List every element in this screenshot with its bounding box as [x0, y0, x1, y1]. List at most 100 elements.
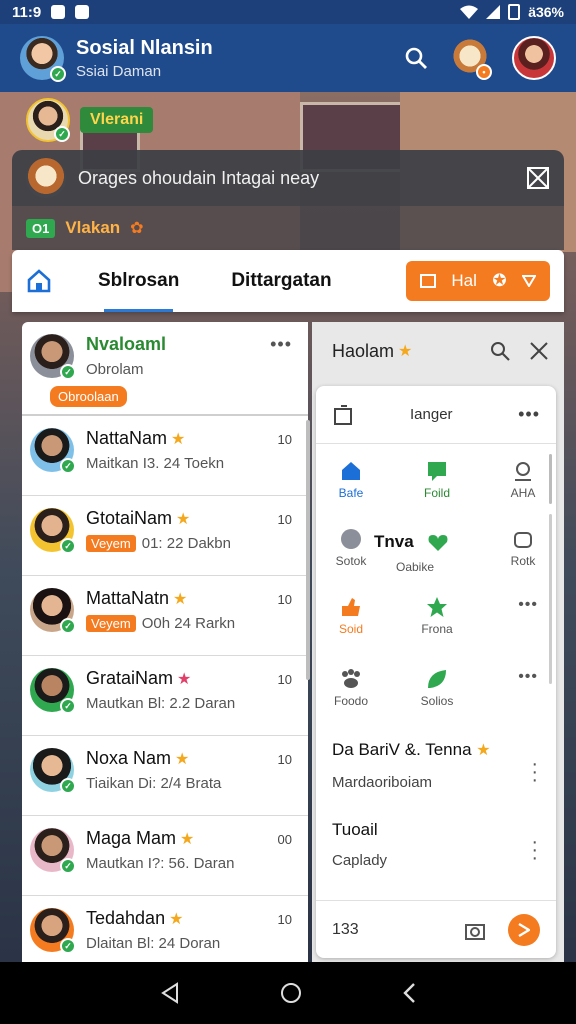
close-icon[interactable] — [526, 166, 550, 190]
chat-icon — [428, 462, 446, 481]
star-icon — [427, 597, 447, 617]
card-scrollbar[interactable] — [549, 454, 552, 504]
card-footer: 133 — [316, 900, 556, 958]
contact-time: 10 — [277, 912, 292, 927]
leaf-icon — [428, 670, 446, 688]
vertical-more-icon[interactable]: · · · — [531, 832, 538, 868]
menu-item-aha[interactable]: AHA — [488, 460, 556, 500]
box-icon — [420, 274, 436, 288]
row1-title[interactable]: Da BariV &. Tenna ★ — [332, 740, 491, 760]
star-icon: ★ — [176, 510, 191, 528]
contact-sub-text: Dlaitan Bl: 24 Doran — [86, 935, 221, 952]
signal-icon — [486, 5, 501, 19]
menu-item-label: Bafe — [338, 486, 364, 500]
contact-time: 10 — [277, 432, 292, 447]
contact-name-text: MattaNatn — [86, 588, 170, 608]
contact-pill[interactable]: Obroolaan — [50, 386, 127, 407]
contact-sub-text: 01: 22 Dakbn — [141, 535, 231, 552]
vertical-more-icon[interactable]: · · · — [531, 754, 538, 790]
star-icon: ★ — [180, 830, 195, 848]
close-icon[interactable] — [530, 342, 548, 360]
chevron-left-icon[interactable] — [401, 982, 417, 1004]
contact-item[interactable]: ✓ Tedahdan ★ Dlaitan Bl: 24 Doran 10 — [22, 896, 308, 962]
side-header: Haolam ★ — [312, 322, 564, 380]
thumb-icon — [342, 598, 360, 616]
story-row: ✓ Vlerani — [26, 98, 154, 142]
home-icon[interactable] — [26, 268, 52, 294]
app-subtitle: Ssiai Daman — [76, 62, 162, 80]
contact-name-text: NattaNam — [86, 428, 168, 448]
contact-avatar: ✓ — [30, 828, 76, 874]
contact-sub: Dlaitan Bl: 24 Doran — [86, 935, 298, 952]
back-triangle-icon[interactable] — [159, 982, 181, 1004]
tab-sblrosan[interactable]: Sblrosan — [98, 270, 179, 312]
star-icon: ★ — [169, 910, 184, 928]
contact-time: 00 — [277, 832, 292, 847]
send-button[interactable] — [508, 913, 540, 946]
menu-item-soid[interactable]: Soid — [316, 596, 386, 636]
notice-label[interactable]: Vlakan — [65, 218, 120, 238]
profile-avatar[interactable]: ✓ — [20, 36, 66, 82]
action-button[interactable]: Hal ✪ — [406, 261, 550, 301]
story-label[interactable]: Vlerani — [80, 107, 154, 133]
home-circle-icon[interactable] — [280, 982, 302, 1004]
contact-avatar: ✓ — [30, 748, 76, 794]
contact-time: 10 — [277, 752, 292, 767]
row2-title[interactable]: Tuoail — [332, 820, 378, 840]
contact-scrollbar[interactable] — [306, 420, 310, 680]
star-icon: ★ — [171, 430, 186, 448]
online-badge-icon: ✓ — [60, 778, 76, 794]
menu-item-label: Sotok — [335, 554, 367, 568]
contact-sub: Obrolam — [86, 361, 144, 378]
contact-name: Maga Mam ★ — [86, 828, 298, 849]
contact-avatar: ✓ — [30, 908, 76, 954]
menu-item-foodo[interactable]: Foodo — [316, 668, 386, 708]
search-icon[interactable] — [490, 341, 510, 361]
contact-item[interactable]: ✓ MattaNatn ★ Veyem O0h 24 Rarkn 10 — [22, 576, 308, 656]
more-icon[interactable]: ••• — [270, 334, 292, 355]
nav-bar — [0, 962, 576, 1024]
export-icon[interactable] — [332, 403, 356, 427]
mascot-avatar[interactable]: • — [450, 38, 492, 80]
menu-item-rotk[interactable]: Rotk — [488, 528, 556, 568]
contact-item[interactable]: ✓ Maga Mam ★ Mautkan I?: 56. Daran 00 — [22, 816, 308, 896]
user-avatar[interactable] — [512, 36, 556, 80]
story-avatar[interactable]: ✓ — [26, 98, 70, 142]
sticker-icon — [341, 529, 361, 549]
contact-item[interactable]: ✓ GtotaiNam ★ Veyem 01: 22 Dakbn 10 — [22, 496, 308, 576]
menu-item-oabike[interactable]: Oabike — [380, 560, 450, 574]
search-icon[interactable] — [404, 46, 428, 70]
contact-sub-text: Mautkan Bl: 2.2 Daran — [86, 695, 236, 712]
app-title: Sosial Nlansin — [76, 36, 213, 59]
contact-name: MattaNatn ★ — [86, 588, 298, 609]
more-icon[interactable]: ••• — [518, 596, 538, 614]
contact-item[interactable]: ✓ Noxa Nam ★ Tiaikan Di: 2/4 Brata 10 — [22, 736, 308, 816]
more-icon[interactable]: ••• — [518, 668, 538, 686]
clock: 11:9 — [12, 3, 42, 21]
contact-item[interactable]: ✓ GrataiNam ★ Mautkan Bl: 2.2 Daran 10 — [22, 656, 308, 736]
status-bar: 11:9 ä36% — [0, 0, 576, 24]
contact-name: Tedahdan ★ — [86, 908, 298, 929]
tab-dittargatan[interactable]: Dittargatan — [231, 270, 331, 292]
contact-sub: Veyem O0h 24 Rarkn — [86, 615, 298, 632]
row1-title-text: Da BariV &. Tenna — [332, 740, 472, 759]
contact-item-featured[interactable]: ✓ Nvaloaml Obrolam Obroolaan ••• — [22, 322, 308, 416]
online-badge-icon: ✓ — [60, 458, 76, 474]
menu-item-bafe[interactable]: Bafe — [316, 460, 386, 500]
menu-item-label: Rotk — [510, 554, 536, 568]
contact-avatar: ✓ — [30, 588, 76, 634]
more-icon[interactable]: ••• — [518, 404, 540, 425]
menu-item-foild[interactable]: Foild — [402, 460, 472, 500]
menu-item-frona[interactable]: Frona — [402, 596, 472, 636]
footer-count: 133 — [332, 920, 359, 938]
contact-name-text: GrataiNam — [86, 668, 174, 688]
online-badge-icon: ✓ — [50, 66, 66, 82]
camera-icon[interactable] — [464, 919, 486, 941]
menu-item-solios[interactable]: Solios — [402, 668, 472, 708]
notification-icon-2 — [75, 5, 90, 19]
contact-name-text: Noxa Nam — [86, 748, 172, 768]
menu-item-label: Solios — [420, 694, 454, 708]
side-title: Haolam — [332, 340, 395, 361]
contact-name-text: Tedahdan — [86, 908, 166, 928]
contact-item[interactable]: ✓ NattaNam ★ Maitkan I3. 24 Toekn 10 — [22, 416, 308, 496]
